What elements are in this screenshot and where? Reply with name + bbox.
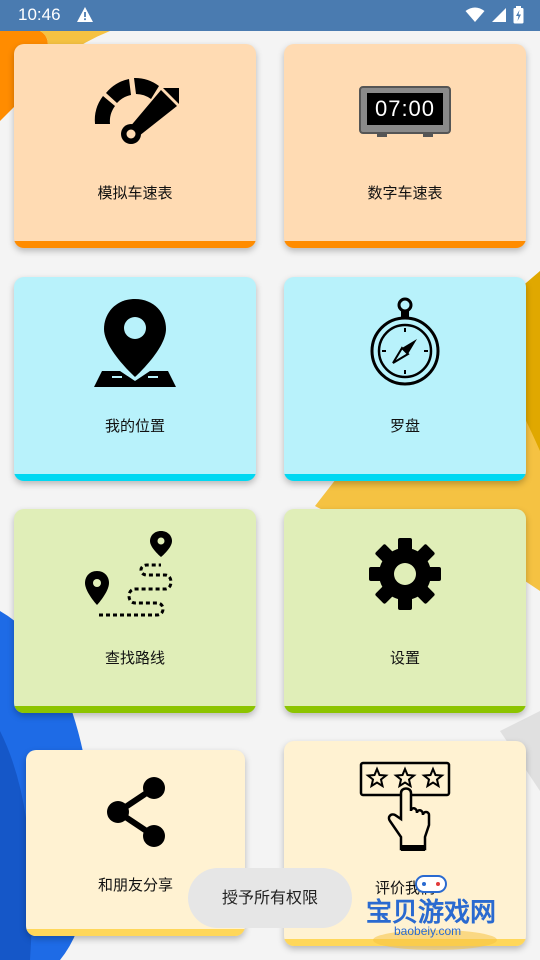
tile-label: 查找路线 [104, 649, 165, 667]
share-icon [104, 776, 168, 852]
tile-compass[interactable]: 罗盘 [284, 277, 526, 481]
map-pin-icon [92, 297, 178, 393]
compass-icon [369, 297, 441, 393]
tile-accent-bar [284, 474, 526, 481]
watermark: 宝贝游戏网 baobeiy.com [360, 872, 520, 952]
signal-icon [491, 7, 507, 27]
tile-accent-bar [14, 474, 256, 481]
tile-label: 罗盘 [389, 417, 420, 435]
gear-icon [368, 537, 442, 615]
status-time: 10:46 [18, 5, 61, 24]
tile-label: 数字车速表 [367, 184, 443, 202]
route-icon [85, 529, 185, 625]
wifi-icon [465, 7, 485, 27]
tile-find-route[interactable]: 查找路线 [14, 509, 256, 713]
analog-speedometer-icon [89, 76, 181, 152]
digital-display-text: 07:00 [374, 96, 436, 121]
battery-icon [513, 6, 524, 28]
toast-message: 授予所有权限 [188, 868, 352, 928]
tile-label: 我的位置 [104, 417, 165, 435]
rating-icon [359, 761, 451, 857]
tile-accent-bar [284, 241, 526, 248]
tile-accent-bar [284, 706, 526, 713]
tile-digital-speedometer[interactable]: 07:00 数字车速表 [284, 44, 526, 248]
tile-label: 设置 [389, 649, 420, 667]
tile-settings[interactable]: 设置 [284, 509, 526, 713]
tile-my-location[interactable]: 我的位置 [14, 277, 256, 481]
watermark-url: baobeiy.com [394, 924, 462, 938]
status-bar: 10:46 [0, 0, 540, 31]
tile-label: 模拟车速表 [97, 184, 173, 202]
tile-accent-bar [14, 241, 256, 248]
warning-icon [76, 6, 94, 27]
tile-analog-speedometer[interactable]: 模拟车速表 [14, 44, 256, 248]
tile-accent-bar [26, 929, 245, 936]
tile-accent-bar [14, 706, 256, 713]
